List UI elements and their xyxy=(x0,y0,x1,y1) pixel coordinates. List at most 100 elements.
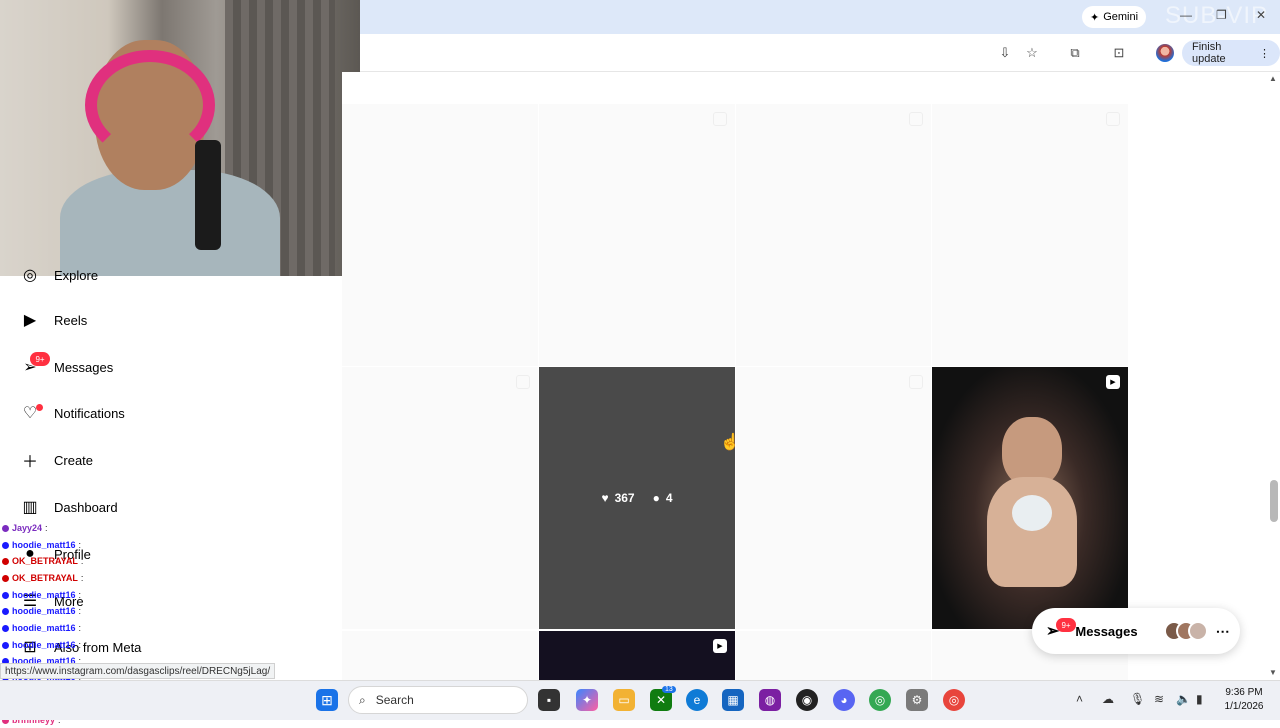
chat-badge-icon xyxy=(2,574,9,582)
chat-message: : xyxy=(78,590,82,600)
gemini-button[interactable]: ✦ Gemini xyxy=(1082,6,1147,28)
volume-icon[interactable]: 🔈 xyxy=(1176,692,1191,706)
chat-username: hoodie_matt16 xyxy=(12,590,76,600)
close-window-button[interactable]: ✕ xyxy=(1256,8,1266,22)
compass-icon: ◎ xyxy=(23,267,37,284)
more-vertical-icon: ⋮ xyxy=(1259,47,1270,60)
comments-count: 4 xyxy=(665,491,673,505)
sidebar-item-create[interactable]: ＋ Create xyxy=(20,447,93,473)
tab-search-icon[interactable]: ⊡ xyxy=(1110,44,1128,62)
chrome-icon[interactable]: ◎ xyxy=(869,689,891,711)
store-icon[interactable]: ▦ xyxy=(722,689,744,711)
battery-icon[interactable]: ▮ xyxy=(1196,692,1203,706)
comments-stat: ● 4 xyxy=(653,491,673,505)
taskbar-search[interactable]: ⌕ Search xyxy=(348,686,528,714)
chat-line: hoodie_matt16: xyxy=(2,603,81,619)
chat-badge-icon xyxy=(2,641,9,649)
chat-username: hoodie_matt16 xyxy=(12,540,76,550)
finish-update-label: Finish update xyxy=(1192,41,1226,65)
chat-line: hoodie_matt16: xyxy=(2,537,81,553)
grid-tile-placeholder[interactable] xyxy=(736,367,931,629)
webcam-overlay xyxy=(0,0,360,276)
comment-bubble-icon: ● xyxy=(652,491,660,505)
chat-username: OK_BETRAYAL xyxy=(12,573,78,583)
chat-username: hoodie_matt16 xyxy=(12,623,76,633)
grid-header-strip xyxy=(342,72,1268,104)
microphone-icon[interactable]: 🎙 xyxy=(1130,692,1145,706)
maximize-button[interactable]: ❐ xyxy=(1216,8,1227,22)
settings-gear-icon[interactable]: ⚙ xyxy=(906,689,928,711)
chrome-active-icon[interactable]: ◎ xyxy=(943,689,965,711)
task-view-icon[interactable]: ▪ xyxy=(538,689,560,711)
reel-indicator-icon xyxy=(909,375,923,389)
scrollbar-thumb[interactable] xyxy=(1270,480,1278,522)
chat-username: OK_BETRAYAL xyxy=(12,556,78,566)
onedrive-icon[interactable]: ☁ xyxy=(1102,692,1114,706)
reel-indicator-icon xyxy=(516,375,530,389)
sidebar-item-reels[interactable]: ▶ Reels xyxy=(20,307,87,333)
messages-pill-badge: 9+ xyxy=(1056,618,1076,632)
sparkle-icon: ✦ xyxy=(1090,11,1100,24)
edge-icon[interactable]: e xyxy=(686,689,708,711)
taskbar-clock[interactable]: 9:36 PM 1/1/2026 xyxy=(1214,686,1274,714)
sidebar-item-explore[interactable]: ◎ Explore xyxy=(20,262,98,288)
taskbar-search-label: Search xyxy=(375,693,414,707)
sidebar-item-label: Explore xyxy=(54,267,99,283)
grid-tile-placeholder[interactable] xyxy=(342,631,538,680)
grid-tile-placeholder[interactable] xyxy=(342,367,538,629)
discord-icon[interactable]: ◕ xyxy=(833,689,855,711)
messages-pill-label: Messages xyxy=(1075,623,1138,639)
photo-subject-body xyxy=(987,477,1077,587)
file-explorer-icon[interactable]: ▭ xyxy=(613,689,635,711)
notification-dot xyxy=(36,404,43,411)
wifi-icon[interactable]: ≋ xyxy=(1154,692,1164,706)
chat-username: hoodie_matt16 xyxy=(12,640,76,650)
chat-line: hoodie_matt16: xyxy=(2,637,81,653)
media-app-icon[interactable]: ◉ xyxy=(796,689,818,711)
scroll-up-arrow-icon[interactable]: ▲ xyxy=(1269,74,1277,83)
windows-start-icon[interactable]: ⊞ xyxy=(316,689,338,711)
chat-badge-icon xyxy=(2,541,9,549)
browser-toolbar xyxy=(360,34,1280,72)
grid-tile-placeholder[interactable] xyxy=(736,104,931,366)
reel-indicator-icon: ▶ xyxy=(713,639,727,653)
reel-indicator-icon: ▶ xyxy=(1106,375,1120,389)
chevron-up-icon[interactable]: ˄ xyxy=(1076,692,1083,706)
extensions-icon[interactable]: ⧉ xyxy=(1066,44,1084,62)
more-horizontal-icon: ⋯ xyxy=(1215,622,1230,639)
reel-indicator-icon xyxy=(713,112,727,126)
copilot-icon[interactable]: ✦ xyxy=(576,689,598,711)
sidebar-item-label: Notifications xyxy=(54,405,125,421)
grid-tile-placeholder[interactable] xyxy=(736,631,931,680)
chat-message: : xyxy=(78,623,82,633)
likes-count: 367 xyxy=(614,491,635,505)
grid-tile-dark[interactable]: ▶ xyxy=(539,631,735,680)
grid-tile-placeholder[interactable] xyxy=(342,104,538,366)
chat-message: : xyxy=(78,540,82,550)
chat-username: hoodie_matt16 xyxy=(12,606,76,616)
chat-line: OK_BETRAYAL: xyxy=(2,570,83,586)
xbox-badge: 13 xyxy=(662,686,676,693)
chat-message: : xyxy=(78,640,82,650)
grid-tile-placeholder[interactable] xyxy=(932,104,1128,366)
chat-username: Jayy24 xyxy=(12,523,43,533)
reel-indicator-icon xyxy=(1106,112,1120,126)
page-scrollbar[interactable] xyxy=(1268,72,1280,680)
clock-date: 1/1/2026 xyxy=(1224,701,1264,712)
sidebar-item-notifications[interactable]: ♡ Notifications xyxy=(20,400,125,426)
profile-avatar[interactable] xyxy=(1156,44,1174,62)
sidebar-item-dashboard[interactable]: ▥ Dashboard xyxy=(20,494,117,520)
chat-badge-icon xyxy=(2,557,9,565)
scroll-down-arrow-icon[interactable]: ▼ xyxy=(1269,668,1277,677)
grid-tile-photo[interactable]: ▶ xyxy=(932,367,1128,629)
chat-badge-icon xyxy=(2,607,9,615)
grid-tile-placeholder[interactable] xyxy=(539,104,735,366)
reels-icon: ▶ xyxy=(23,312,37,329)
obs-icon[interactable]: ◍ xyxy=(759,689,781,711)
install-app-icon[interactable]: ⇩ xyxy=(996,44,1014,62)
grid-tile-hovered[interactable]: ♥ 367 ● 4 xyxy=(539,367,735,629)
minimize-button[interactable]: — xyxy=(1180,8,1192,22)
bookmark-star-icon[interactable]: ☆ xyxy=(1023,44,1041,62)
finish-update-button[interactable]: Finish update ⋮ xyxy=(1182,40,1280,66)
chat-badge-icon xyxy=(2,591,9,599)
